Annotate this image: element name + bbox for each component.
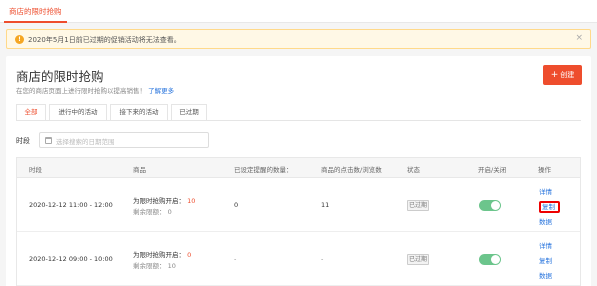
warning-icon: ! bbox=[15, 35, 24, 44]
copy-link[interactable]: 复制 bbox=[539, 255, 552, 265]
learn-more-link[interactable]: 了解更多 bbox=[148, 87, 174, 95]
data-link[interactable]: 数据 bbox=[539, 270, 552, 280]
flash-sale-table: 时段 商品 已设定提醒的数量： 商品的点击数/浏览数 状态 开启/关闭 操作 2… bbox=[16, 157, 581, 286]
table-header: 时段 商品 已设定提醒的数量： 商品的点击数/浏览数 状态 开启/关闭 操作 bbox=[17, 158, 580, 178]
status-badge: 已过期 bbox=[407, 254, 429, 265]
copy-highlight-box bbox=[539, 201, 560, 213]
plus-icon: + bbox=[550, 70, 559, 80]
details-link[interactable]: 详情 bbox=[539, 240, 552, 250]
row-remaining: 剩余限额： 0 bbox=[133, 208, 172, 216]
row-reminders: 0 bbox=[234, 201, 239, 209]
column-clicks-views: 商品的点击数/浏览数 bbox=[321, 166, 382, 174]
tab-shop-flash-sale[interactable]: 商店的限时抢购 bbox=[4, 0, 67, 23]
details-link[interactable]: 详情 bbox=[539, 186, 552, 196]
row-enabled-products: 为限时抢购开启： 10 bbox=[133, 195, 195, 205]
enabled-label: 为限时抢购开启： bbox=[133, 197, 185, 205]
data-link[interactable]: 数据 bbox=[539, 216, 552, 226]
row-period: 2020-12-12 11:00 - 12:00 bbox=[29, 201, 113, 209]
status-badge: 已过期 bbox=[407, 200, 429, 211]
tab-upcoming[interactable]: 接下来的活动 bbox=[110, 104, 168, 121]
table-row: 2020-12-12 11:00 - 12:00 为限时抢购开启： 10 剩余限… bbox=[17, 178, 580, 232]
notice-text: 2020年5月1日前已过期的促销活动将无法查看。 bbox=[28, 36, 181, 44]
subtitle-text: 在您的商店页面上进行限时抢购以提高销售！ bbox=[16, 87, 146, 95]
row-enabled-products: 为限时抢购开启： 0 bbox=[133, 249, 191, 259]
create-button-label: 创建 bbox=[560, 71, 575, 79]
tabs-divider bbox=[16, 120, 581, 121]
column-toggle: 开启/关闭 bbox=[478, 166, 507, 174]
tab-ongoing[interactable]: 进行中的活动 bbox=[49, 104, 107, 121]
date-range-placeholder: 选择搜索的日期范围 bbox=[56, 138, 115, 146]
tab-expired[interactable]: 已过期 bbox=[171, 104, 207, 121]
enabled-count: 0 bbox=[187, 251, 192, 259]
create-button[interactable]: + 创建 bbox=[543, 65, 582, 85]
calendar-icon bbox=[45, 137, 52, 144]
table-row: 2020-12-12 09:00 - 10:00 为限时抢购开启： 0 剩余限额… bbox=[17, 232, 580, 286]
period-filter-label: 时段 bbox=[16, 137, 30, 145]
row-toggle[interactable] bbox=[479, 254, 501, 265]
row-reminders: - bbox=[234, 255, 237, 263]
close-icon[interactable]: × bbox=[575, 33, 583, 43]
row-clicks: 11 bbox=[321, 201, 330, 209]
enabled-count: 10 bbox=[187, 197, 196, 205]
toggle-knob bbox=[491, 255, 500, 264]
column-actions: 操作 bbox=[538, 166, 551, 174]
row-clicks: - bbox=[321, 255, 324, 263]
notice-banner: ! 2020年5月1日前已过期的促销活动将无法查看。 × bbox=[6, 29, 591, 49]
column-reminders: 已设定提醒的数量： bbox=[234, 166, 293, 174]
column-products: 商品 bbox=[133, 166, 146, 174]
column-period: 时段 bbox=[29, 166, 42, 174]
page-subtitle: 在您的商店页面上进行限时抢购以提高销售！ 了解更多 bbox=[16, 85, 174, 95]
toggle-knob bbox=[491, 201, 500, 210]
column-status: 状态 bbox=[407, 166, 420, 174]
main-card: 商店的限时抢购 在您的商店页面上进行限时抢购以提高销售！ 了解更多 + 创建 全部… bbox=[6, 56, 591, 286]
tab-all[interactable]: 全部 bbox=[16, 104, 46, 121]
row-period: 2020-12-12 09:00 - 10:00 bbox=[29, 255, 113, 263]
row-remaining: 剩余限额： 10 bbox=[133, 262, 176, 270]
top-nav: 商店的限时抢购 bbox=[0, 0, 597, 23]
enabled-label: 为限时抢购开启： bbox=[133, 251, 185, 259]
date-range-input[interactable]: 选择搜索的日期范围 bbox=[39, 132, 209, 148]
page-title: 商店的限时抢购 bbox=[16, 69, 104, 84]
row-toggle[interactable] bbox=[479, 200, 501, 211]
